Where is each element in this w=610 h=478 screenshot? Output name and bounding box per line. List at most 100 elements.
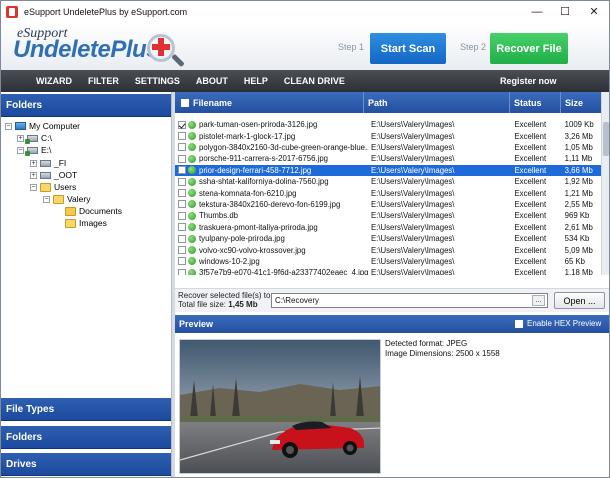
file-path: E:\Users\Valery\Images\ bbox=[370, 256, 455, 266]
file-name: pistolet-mark-1-glock-17.jpg bbox=[199, 131, 296, 141]
folder-icon bbox=[65, 218, 76, 228]
expand-icon[interactable]: + bbox=[17, 134, 24, 142]
close-button[interactable]: ✕ bbox=[579, 1, 609, 22]
drive-icon bbox=[25, 146, 38, 156]
file-name: prior-design-ferrari-458-7712.jpg bbox=[199, 165, 312, 175]
table-row[interactable]: polygon-3840x2160-3d-cube-green-orange-b… bbox=[175, 142, 601, 153]
row-checkbox[interactable] bbox=[178, 200, 186, 209]
browse-button[interactable]: ... bbox=[532, 295, 545, 306]
app-icon bbox=[6, 5, 18, 18]
file-name: tekstura-3840x2160-derevo-fon-6199.jpg bbox=[199, 199, 341, 209]
table-row[interactable]: tyulpany-pole-priroda.jpg E:\Users\Valery… bbox=[175, 233, 601, 244]
file-name: windows-10-2.jpg bbox=[199, 256, 260, 266]
table-row[interactable]: Thumbs.db E:\Users\Valery\Images\ Excellen… bbox=[175, 210, 601, 221]
file-status: Excellent bbox=[514, 199, 547, 209]
file-path: E:\Users\Valery\Images\ bbox=[370, 234, 455, 244]
column-path[interactable]: Path bbox=[364, 92, 510, 113]
row-checkbox[interactable] bbox=[178, 234, 186, 243]
tree-node-label: My Computer bbox=[29, 121, 81, 131]
collapse-icon[interactable]: − bbox=[30, 183, 37, 191]
row-checkbox[interactable] bbox=[178, 166, 186, 175]
file-size: 534 Kb bbox=[564, 234, 590, 244]
menu-filter[interactable]: FILTER bbox=[80, 76, 127, 86]
row-checkbox[interactable] bbox=[178, 257, 186, 266]
row-checkbox[interactable] bbox=[178, 120, 186, 129]
column-status[interactable]: Status bbox=[510, 92, 561, 113]
expand-icon[interactable]: + bbox=[30, 159, 37, 167]
recover-file-button[interactable]: Recover File bbox=[490, 33, 568, 64]
collapse-icon[interactable]: − bbox=[5, 122, 12, 130]
drives-panel-header[interactable]: Drives bbox=[1, 453, 171, 476]
tree-node-e-drive[interactable]: − E:\ bbox=[17, 144, 51, 156]
expand-icon[interactable]: + bbox=[30, 171, 37, 179]
menu-help[interactable]: HELP bbox=[236, 76, 276, 86]
file-path: E:\Users\Valery\Images\ bbox=[370, 177, 455, 187]
row-checkbox[interactable] bbox=[178, 246, 186, 255]
column-size[interactable]: Size bbox=[561, 92, 601, 113]
row-checkbox[interactable] bbox=[178, 189, 186, 198]
scrollbar-thumb[interactable] bbox=[603, 122, 609, 156]
file-status: Excellent bbox=[514, 131, 547, 141]
minimize-button[interactable]: — bbox=[523, 1, 551, 22]
tree-node-c-drive[interactable]: + C:\ bbox=[17, 132, 52, 144]
row-checkbox[interactable] bbox=[178, 132, 186, 141]
preview-title: Preview bbox=[179, 319, 214, 329]
row-checkbox[interactable] bbox=[178, 154, 186, 163]
maximize-button[interactable]: ☐ bbox=[551, 1, 579, 22]
recovery-path-input[interactable]: C:\Recovery... bbox=[271, 293, 548, 308]
row-checkbox[interactable] bbox=[178, 211, 186, 220]
hex-preview-label[interactable]: Enable HEX Preview bbox=[527, 319, 601, 328]
column-filename-label: Filename bbox=[193, 97, 233, 108]
table-row[interactable]: ssha-shtat-kaliforniya-dolina-7560.jpg E:… bbox=[175, 176, 601, 187]
menu-about[interactable]: ABOUT bbox=[188, 76, 236, 86]
folders-panel-header[interactable]: Folders bbox=[1, 94, 171, 117]
menu-clean-drive[interactable]: CLEAN DRIVE bbox=[276, 76, 353, 86]
magnifier-handle-icon bbox=[171, 53, 185, 68]
table-row[interactable]: windows-10-2.jpg E:\Users\Valery\Images\ E… bbox=[175, 256, 601, 267]
red-cross-icon bbox=[152, 38, 170, 56]
tree-node-users[interactable]: − Users bbox=[30, 181, 76, 193]
row-checkbox[interactable] bbox=[178, 268, 186, 275]
drive-icon bbox=[25, 134, 38, 144]
table-row[interactable]: park-tuman-osen-priroda-3126.jpg E:\Users… bbox=[175, 119, 601, 130]
file-types-panel-header[interactable]: File Types bbox=[1, 398, 171, 421]
row-checkbox[interactable] bbox=[178, 223, 186, 232]
file-status: Excellent bbox=[514, 245, 547, 255]
tree-node-fi[interactable]: + _FI bbox=[30, 157, 66, 169]
tree-node-oot[interactable]: + _OOT bbox=[30, 169, 77, 181]
table-row[interactable]: volvo-xc90-volvo-krossover.jpg E:\Users\V… bbox=[175, 244, 601, 255]
tree-node-documents[interactable]: Documents bbox=[65, 205, 122, 217]
open-button[interactable]: Open ... bbox=[554, 292, 605, 309]
menu-settings[interactable]: SETTINGS bbox=[127, 76, 188, 86]
collapse-icon[interactable]: − bbox=[17, 146, 24, 154]
tree-node-images[interactable]: Images bbox=[65, 217, 107, 229]
row-checkbox[interactable] bbox=[178, 143, 186, 152]
file-name: tyulpany-pole-priroda.jpg bbox=[199, 234, 285, 244]
table-row[interactable]: tekstura-3840x2160-derevo-fon-6199.jpg E:… bbox=[175, 199, 601, 210]
tree-node-label: Documents bbox=[79, 206, 122, 216]
logo-main: Undelete bbox=[13, 36, 111, 63]
table-row[interactable]: pistolet-mark-1-glock-17.jpg E:\Users\Val… bbox=[175, 130, 601, 141]
table-row[interactable]: porsche-911-carrera-s-2017-6756.jpg E:\Us… bbox=[175, 153, 601, 164]
folder-tree: − My Computer + C:\ − E:\ + _FI + _OOT − Users… bbox=[1, 117, 171, 397]
register-now-link[interactable]: Register now bbox=[500, 76, 557, 86]
vertical-scrollbar[interactable] bbox=[601, 92, 609, 275]
file-name: 3f57e7b9-e070-41c1-9f6d-a23377402eaec_4.… bbox=[199, 268, 368, 275]
table-row[interactable]: prior-design-ferrari-458-7712.jpg E:\User… bbox=[175, 164, 601, 176]
column-filename[interactable]: Filename bbox=[175, 92, 364, 113]
row-checkbox[interactable] bbox=[178, 177, 186, 186]
tree-node-my-computer[interactable]: − My Computer bbox=[5, 120, 80, 132]
tree-node-valery[interactable]: − Valery bbox=[43, 193, 90, 205]
collapse-icon[interactable]: − bbox=[43, 195, 50, 203]
folder-icon bbox=[40, 182, 51, 192]
table-row[interactable]: 3f57e7b9-e070-41c1-9f6d-a23377402eaec_4.… bbox=[175, 267, 601, 275]
folders-section-header[interactable]: Folders bbox=[1, 426, 171, 449]
file-path: E:\Users\Valery\Images\ bbox=[370, 142, 455, 152]
select-all-checkbox[interactable] bbox=[181, 98, 189, 107]
table-row[interactable]: stena-komnata-fon-6210.jpg E:\Users\Valer… bbox=[175, 187, 601, 198]
start-scan-button[interactable]: Start Scan bbox=[370, 33, 446, 64]
hex-preview-checkbox[interactable] bbox=[515, 320, 523, 328]
menu-wizard[interactable]: WIZARD bbox=[28, 76, 80, 86]
window-title: eSupport UndeletePlus by eSupport.com bbox=[24, 6, 188, 17]
table-row[interactable]: traskuera-pmont-italiya-priroda.jpg E:\Us… bbox=[175, 222, 601, 233]
